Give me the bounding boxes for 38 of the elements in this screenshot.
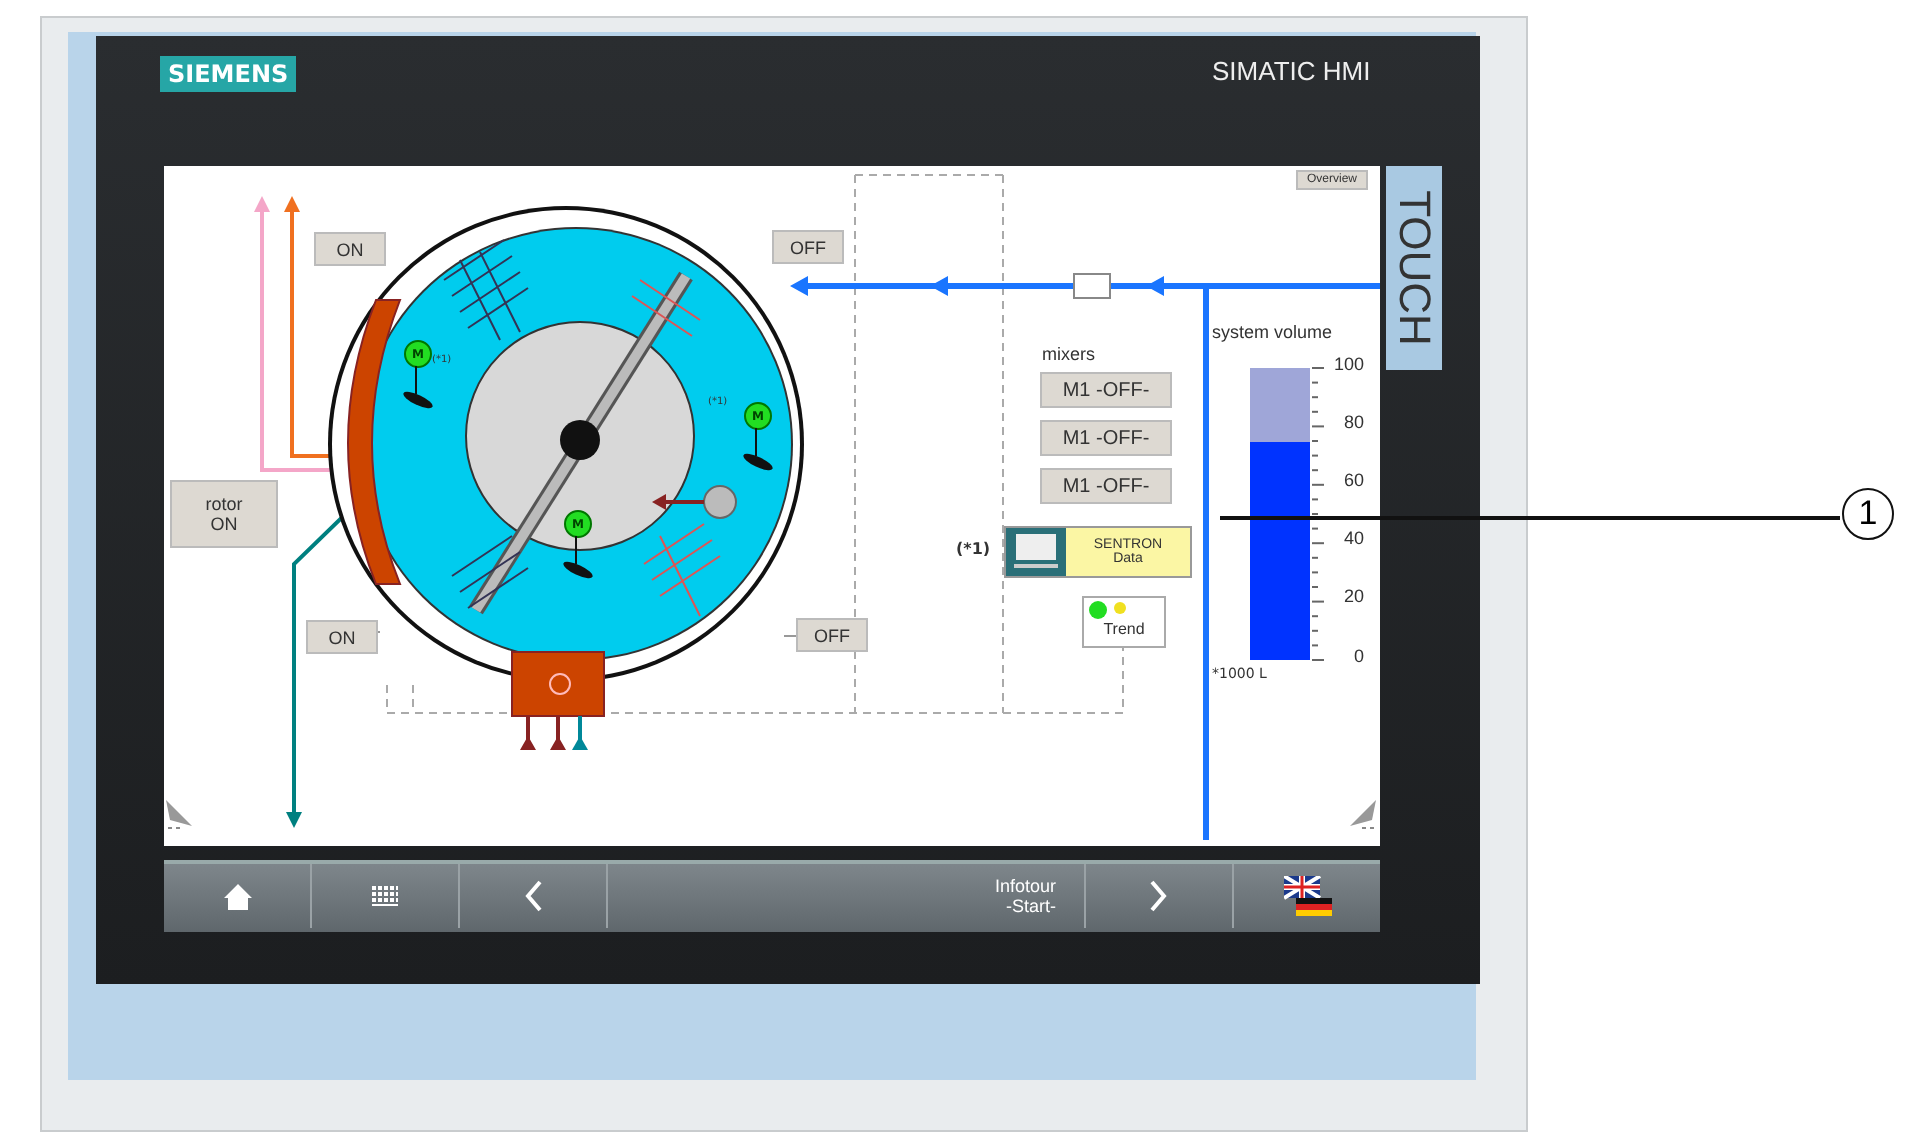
- tank-title: system volume: [1212, 322, 1333, 342]
- scale-label: 20: [1341, 586, 1364, 606]
- switch-button[interactable]: ON: [314, 232, 386, 266]
- chevron-left-icon: [524, 880, 542, 912]
- chevron-right-icon: [1150, 880, 1168, 912]
- trend-button[interactable]: Trend: [1082, 596, 1166, 648]
- scale-label: 0: [1351, 646, 1364, 666]
- switch-button[interactable]: OFF: [772, 230, 844, 264]
- scale-ticks-icon: [1312, 366, 1324, 662]
- sensor-arrow: [652, 485, 737, 519]
- stirrer-icon: [740, 428, 776, 472]
- switch-button[interactable]: OFF: [796, 618, 868, 652]
- mixer-button[interactable]: M1 -OFF-: [1040, 420, 1172, 456]
- scale-label: 40: [1341, 528, 1364, 548]
- resize-corner-icon: [1348, 800, 1376, 832]
- infotour-button[interactable]: Infotour -Start-: [608, 864, 1086, 928]
- meter-device-icon: [1006, 528, 1066, 576]
- mixer-button[interactable]: M1 -OFF-: [1040, 372, 1172, 408]
- home-icon: [223, 883, 251, 909]
- sentron-note: (*1): [956, 540, 991, 558]
- scale-label: 80: [1341, 412, 1364, 432]
- mixer-button[interactable]: M1 -OFF-: [1040, 468, 1172, 504]
- scale-label: 100: [1331, 354, 1364, 374]
- status-lamps-icon: [1088, 600, 1132, 620]
- stirrer-icon: [400, 366, 436, 410]
- side-label: TOUCH: [1386, 166, 1442, 370]
- mixers-title: mixers: [1042, 344, 1095, 364]
- grid-icon: [372, 886, 398, 906]
- language-flags-icon: [1284, 876, 1332, 916]
- model-label: SIMATIC HMI: [1212, 56, 1371, 86]
- drive-unit: [511, 651, 605, 750]
- switch-button[interactable]: ON: [306, 620, 378, 654]
- resize-corner-icon: [166, 800, 194, 832]
- rotor-button[interactable]: rotor ON: [170, 480, 278, 548]
- stirrer-icon: [560, 536, 596, 580]
- scale-label: 60: [1341, 470, 1364, 490]
- brand-logo: SIEMENS: [160, 56, 297, 92]
- callout-number: 1: [1842, 488, 1894, 540]
